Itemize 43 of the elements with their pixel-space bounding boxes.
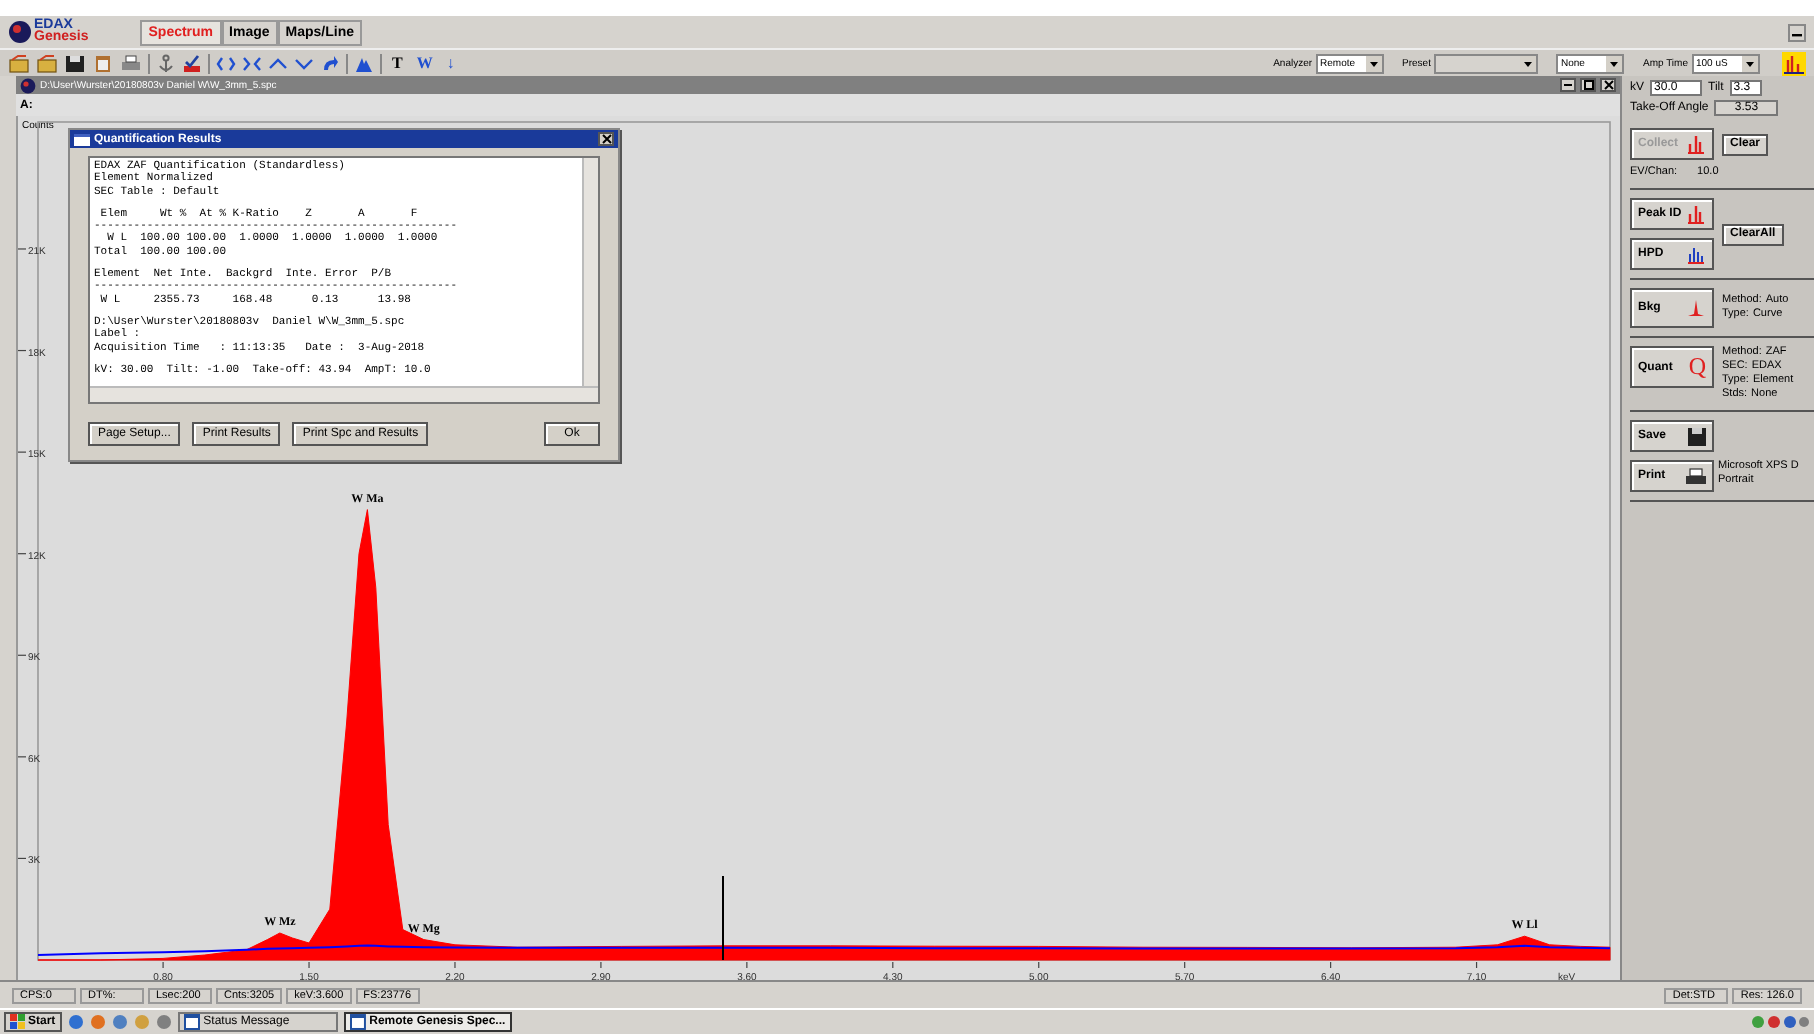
toolbar-glyph[interactable]: T [388,54,407,72]
spectrum-icon [1686,204,1706,224]
redo-icon[interactable] [320,53,340,73]
dropdown-arrow-icon [1520,55,1537,71]
dropdown-arrow-icon [1366,55,1383,71]
dropdown-arrow-icon [1606,55,1623,71]
results-text-area[interactable] [88,156,600,404]
collapse-arrows-icon[interactable] [242,53,262,73]
minimize-icon [1564,84,1572,86]
printer-icon [1686,467,1706,485]
spectrum-icon[interactable] [1782,51,1806,75]
save-icon[interactable] [64,53,86,73]
cursor-line[interactable] [721,876,724,960]
minimize-icon [1792,33,1802,37]
spectrum-icon [1686,134,1706,154]
clipboard-icon[interactable] [92,53,114,73]
toolbar-glyph[interactable]: ↓ [442,54,459,72]
open-folder-icon[interactable] [8,53,30,73]
minimize-button[interactable] [1560,78,1576,92]
toolbar-glyph[interactable]: W [412,54,437,72]
dropdown-arrow-icon [1742,55,1758,71]
anchor-icon[interactable] [156,53,176,73]
globe-icon [8,20,32,44]
up-caret-icon[interactable] [268,53,288,73]
save-icon [1688,427,1706,445]
peak-icon [1686,298,1706,318]
scrollbar[interactable] [582,158,598,386]
printer-icon[interactable] [120,53,142,73]
maximize-icon [1583,80,1593,90]
globe-icon [20,77,36,93]
system-tray-icon [1750,1014,1810,1030]
window-icon [74,133,90,145]
close-icon [601,134,611,144]
close-button[interactable] [598,132,614,146]
scrollbar[interactable] [90,386,598,402]
maximize-button[interactable] [1580,78,1596,92]
bar-chart-icon [1686,244,1706,264]
close-button[interactable] [1600,78,1616,92]
minimize-button[interactable] [1788,23,1806,41]
down-caret-icon[interactable] [294,53,314,73]
close-icon [1603,80,1613,90]
checkmark-icon[interactable] [182,53,202,73]
expand-arrows-icon[interactable] [216,53,236,73]
